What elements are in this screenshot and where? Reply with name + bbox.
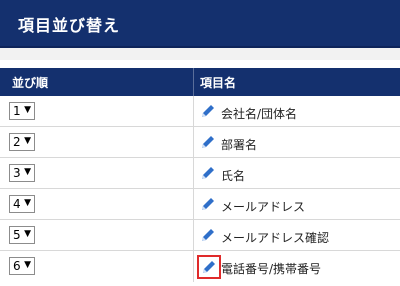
field-name: メールアドレス確認	[221, 231, 330, 245]
order-select[interactable]: 6 ▼	[9, 257, 35, 275]
order-select[interactable]: 5 ▼	[9, 226, 35, 244]
page-header: 項目並び替え	[0, 0, 400, 48]
field-name: 会社名/団体名	[221, 107, 298, 121]
pencil-icon[interactable]	[197, 255, 221, 279]
table-row: 1 ▼ 会社名/団体名	[0, 96, 400, 127]
order-select[interactable]: 2 ▼	[9, 133, 35, 151]
column-header-order: 並び順	[12, 76, 49, 90]
field-name: 電話番号/携帯番号	[221, 262, 322, 276]
pencil-icon[interactable]	[199, 133, 217, 151]
order-select[interactable]: 4 ▼	[9, 195, 35, 213]
pencil-icon[interactable]	[199, 195, 217, 213]
field-name: メールアドレス	[221, 200, 306, 214]
table-row: 3 ▼ 氏名	[0, 158, 400, 189]
pencil-icon[interactable]	[199, 102, 217, 120]
order-select[interactable]: 1 ▼	[9, 102, 35, 120]
order-select[interactable]: 3 ▼	[9, 164, 35, 182]
table-row: 2 ▼ 部署名	[0, 127, 400, 158]
pencil-icon[interactable]	[199, 164, 217, 182]
reorder-table: 並び順 項目名 1 ▼ 会社名/団体名 2 ▼ 部署名 3 ▼ 氏名 4 ▼ メ…	[0, 60, 400, 286]
table-row: 4 ▼ メールアドレス	[0, 189, 400, 220]
pencil-icon[interactable]	[199, 226, 217, 244]
field-name: 部署名	[221, 138, 258, 152]
table-row: 5 ▼ メールアドレス確認	[0, 220, 400, 251]
column-header-field-name: 項目名	[200, 76, 237, 90]
field-name: 氏名	[221, 169, 246, 183]
page-title: 項目並び替え	[18, 16, 121, 35]
table-row: 6 ▼ 電話番号/携帯番号	[0, 251, 400, 282]
table-header: 並び順 項目名	[0, 68, 400, 96]
